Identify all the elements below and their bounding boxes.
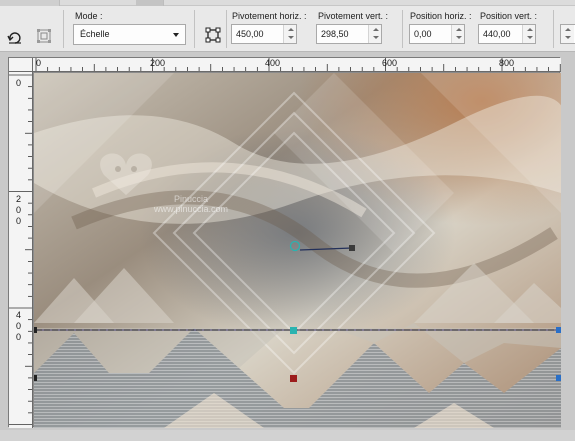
separator: [402, 10, 403, 48]
artwork: [34, 73, 561, 428]
vertical-ruler[interactable]: 0 2 0 0 4 0 0: [9, 72, 33, 428]
horizontal-ruler[interactable]: 0 200 400 600 800: [33, 58, 561, 72]
top-handle[interactable]: [290, 327, 297, 334]
chevron-down-icon: [173, 33, 179, 37]
pos-h-input[interactable]: 0,00: [409, 24, 465, 44]
left-handle[interactable]: [34, 327, 37, 333]
mode-dropdown[interactable]: Échelle: [73, 24, 186, 45]
pos-v-value: 440,00: [483, 29, 511, 39]
center-handle[interactable]: [290, 375, 297, 382]
separator: [63, 10, 64, 48]
ruler-h-label: 0: [36, 58, 42, 68]
ruler-v-label: 4 0 0: [15, 310, 21, 342]
pivot-h-stepper[interactable]: [283, 25, 296, 43]
right-handle[interactable]: [556, 375, 561, 381]
tool-options-bar: Mode : Échelle Pivotement horiz. : 450,0…: [0, 0, 575, 52]
pos-h-label: Position horiz. :: [410, 11, 472, 21]
pos-h-value: 0,00: [414, 29, 432, 39]
scale-mode-icon[interactable]: [35, 27, 53, 45]
ruler-v-label: 0: [15, 78, 21, 88]
pivot-h-value: 450,00: [236, 29, 264, 39]
pivot-v-label: Pivotement vert. :: [318, 11, 389, 21]
mode-dropdown-value: Échelle: [80, 29, 110, 39]
left-handle[interactable]: [34, 375, 37, 381]
ruler-h-label: 800: [499, 58, 515, 68]
pos-h-stepper[interactable]: [451, 25, 464, 43]
ruler-corner: [9, 58, 33, 72]
pivot-h-input[interactable]: 450,00: [231, 24, 297, 44]
ruler-v-label: 2 0 0: [15, 194, 21, 226]
pos-v-label: Position vert. :: [480, 11, 538, 21]
ruler-h-label: 400: [265, 58, 281, 68]
pos-v-input[interactable]: 440,00: [478, 24, 536, 44]
separator: [553, 10, 554, 48]
palette-tab[interactable]: [0, 0, 60, 6]
overflow-stepper[interactable]: [561, 25, 574, 43]
image-window: 0 200 400 600 800 0 2 0 0 4 0 0 Pinuccia…: [8, 57, 561, 428]
pivot-v-input[interactable]: 298,50: [316, 24, 382, 44]
right-handle[interactable]: [556, 327, 561, 333]
pivot-v-stepper[interactable]: [368, 25, 381, 43]
pos-v-stepper[interactable]: [522, 25, 535, 43]
image-canvas[interactable]: Pinuccia www.pinuccia.com: [34, 73, 561, 428]
ruler-h-label: 200: [150, 58, 166, 68]
reset-icon[interactable]: [6, 28, 24, 46]
rotation-handle[interactable]: [349, 245, 355, 251]
watermark-url: www.pinuccia.com: [154, 204, 229, 214]
mode-label: Mode :: [75, 11, 103, 21]
status-strip: [0, 430, 575, 441]
separator: [226, 10, 227, 48]
palette-tab[interactable]: [136, 0, 164, 6]
pick-tool-icon[interactable]: [204, 26, 222, 44]
watermark-name: Pinuccia: [174, 194, 209, 204]
pivot-v-value: 298,50: [321, 29, 349, 39]
palette-tab-strip: [0, 0, 575, 6]
watermark: Pinuccia www.pinuccia.com: [154, 194, 228, 214]
pivot-h-label: Pivotement horiz. :: [232, 11, 307, 21]
ruler-h-label: 600: [382, 58, 398, 68]
separator: [194, 10, 195, 48]
overflow-input[interactable]: [560, 24, 575, 44]
